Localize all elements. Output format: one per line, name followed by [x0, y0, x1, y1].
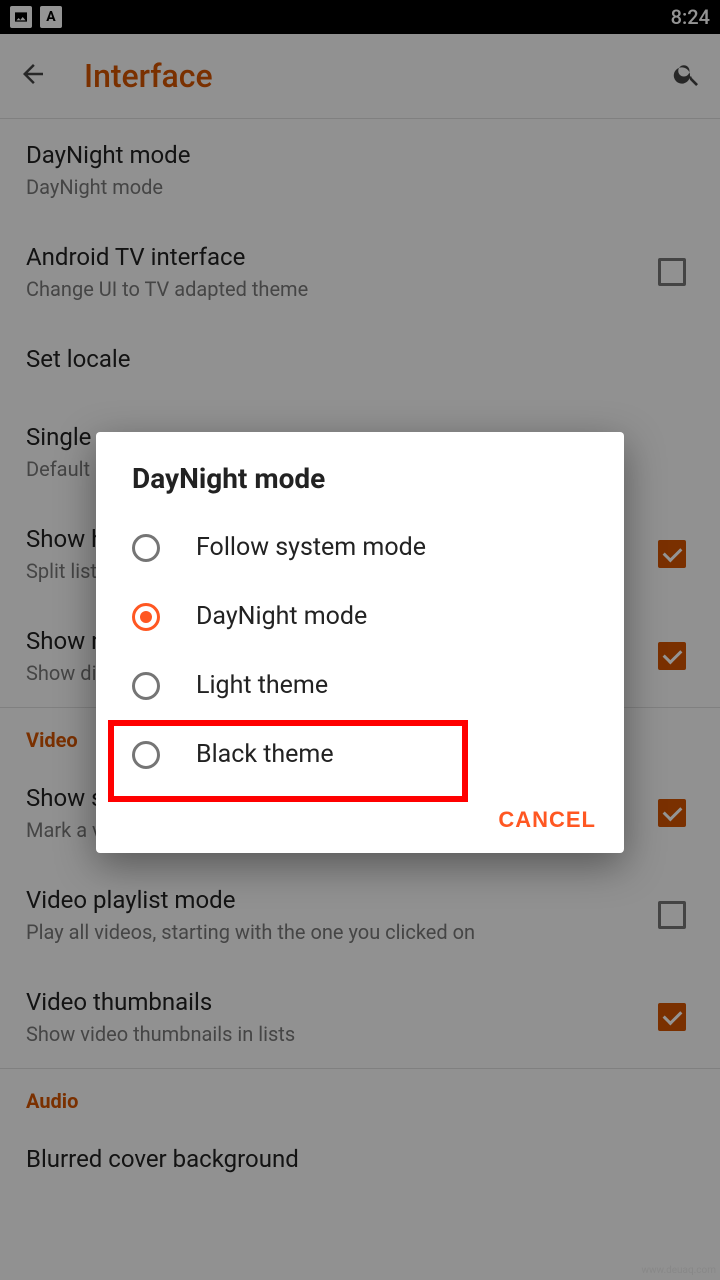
cancel-button[interactable]: CANCEL — [498, 807, 596, 833]
watermark: www.deuaq.com — [642, 1265, 717, 1276]
option-daynight[interactable]: DayNight mode — [96, 582, 624, 651]
option-label: Light theme — [196, 671, 328, 700]
dialog-title: DayNight mode — [96, 432, 624, 513]
option-light[interactable]: Light theme — [96, 651, 624, 720]
radio-selected[interactable] — [132, 603, 160, 631]
radio-unselected[interactable] — [132, 672, 160, 700]
option-label: DayNight mode — [196, 602, 367, 631]
radio-unselected[interactable] — [132, 534, 160, 562]
option-black[interactable]: Black theme — [96, 720, 624, 789]
daynight-dialog: DayNight mode Follow system mode DayNigh… — [96, 432, 624, 853]
option-follow-system[interactable]: Follow system mode — [96, 513, 624, 582]
option-label: Follow system mode — [196, 533, 426, 562]
option-label: Black theme — [196, 740, 334, 769]
radio-unselected[interactable] — [132, 741, 160, 769]
